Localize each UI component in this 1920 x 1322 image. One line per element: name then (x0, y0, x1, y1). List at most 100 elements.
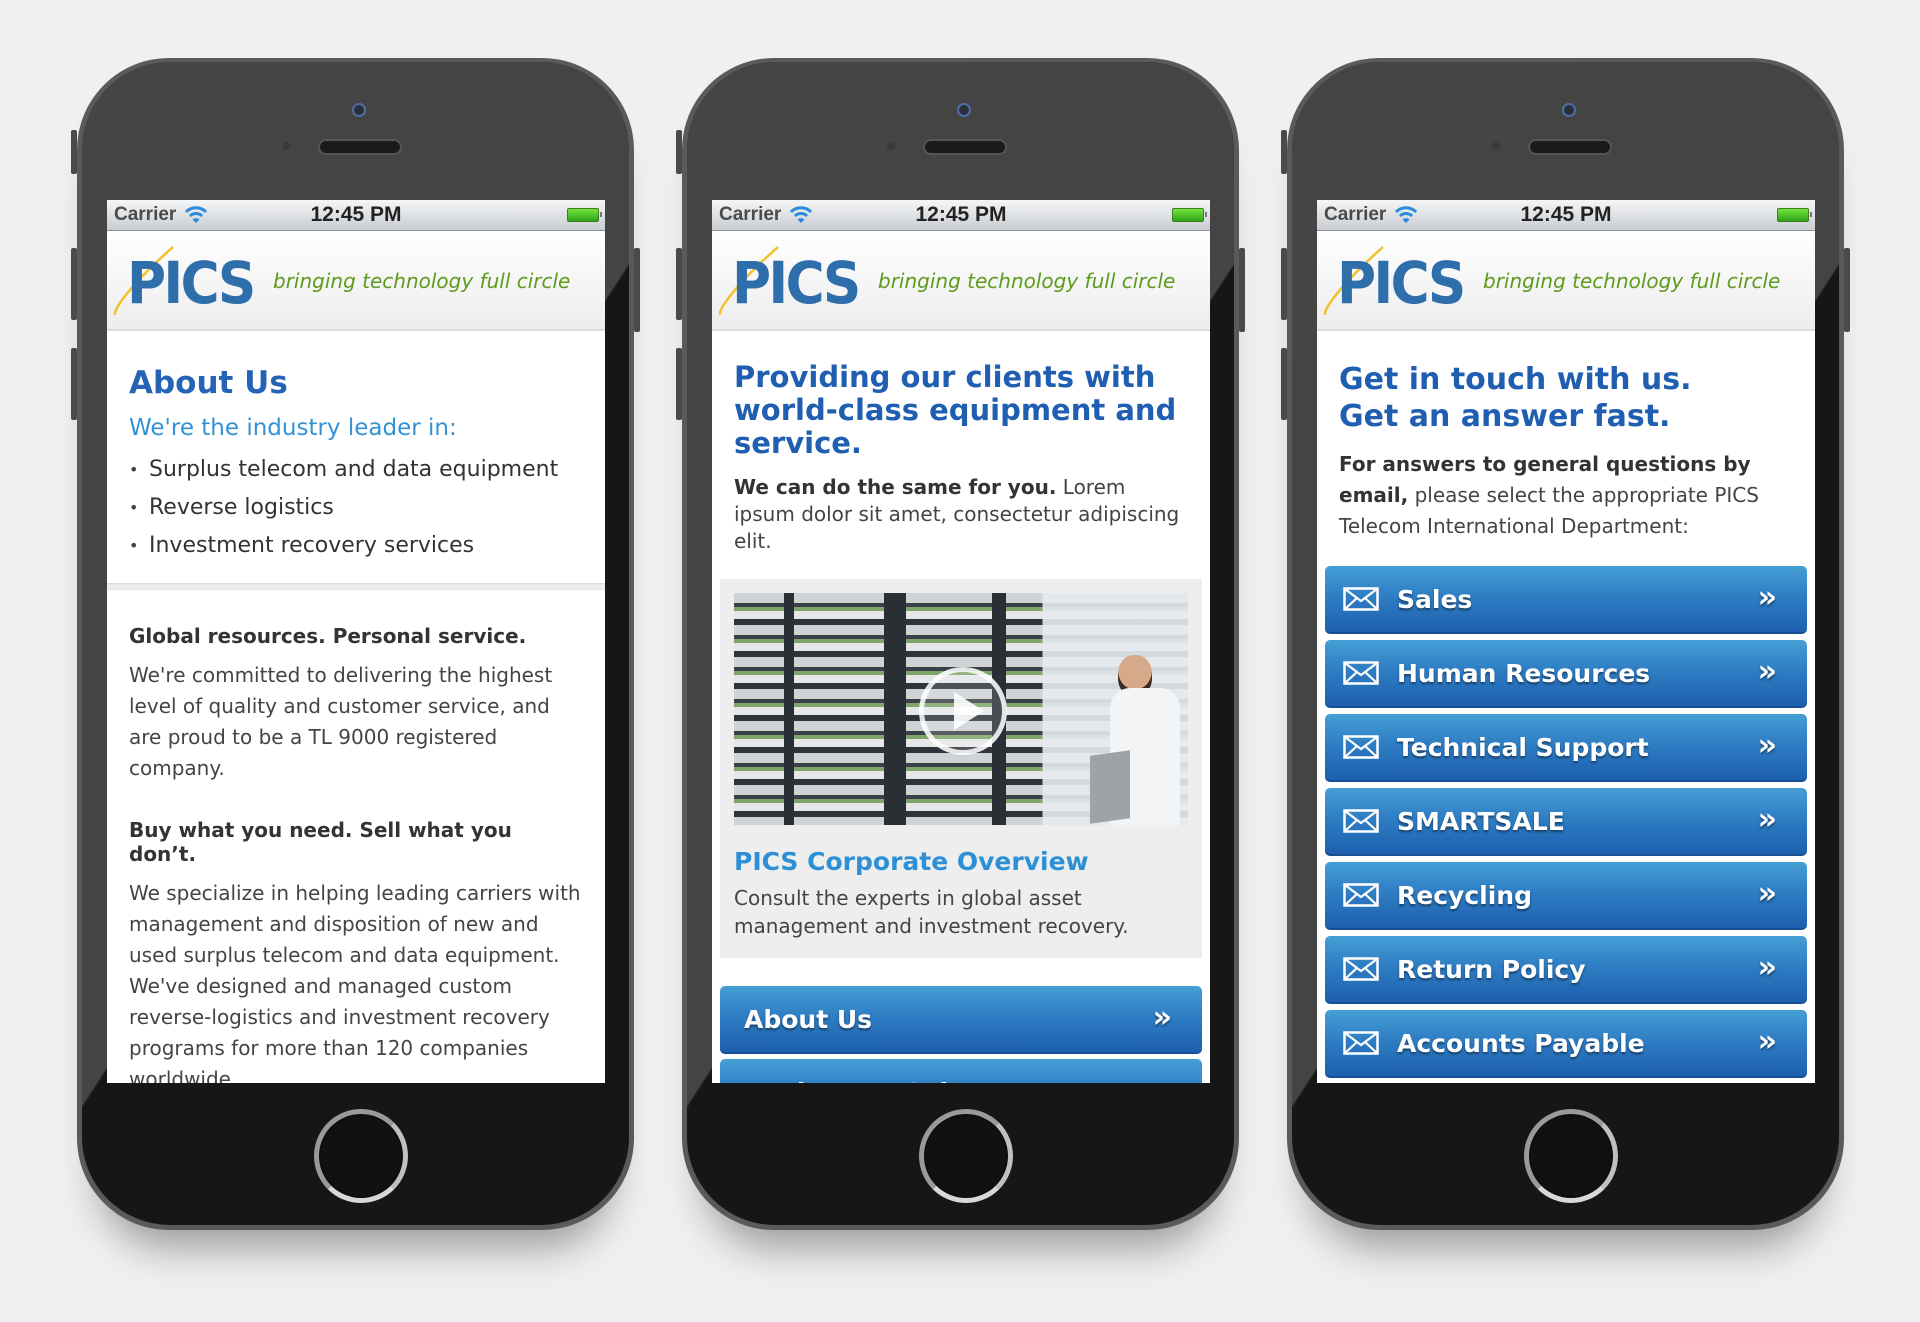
video-card: PICS Corporate Overview Consult the expe… (720, 579, 1202, 958)
button-label: Sales (1397, 584, 1473, 614)
pics-logo: PICS (1337, 249, 1466, 317)
button-label: Human Resources (1397, 658, 1651, 688)
home-button[interactable] (919, 1109, 1013, 1203)
department-accounts-payable-button[interactable]: Accounts Payable » (1325, 1010, 1807, 1078)
subtitle: We're the industry leader in: (129, 415, 457, 441)
clock: 12:45 PM (1520, 203, 1612, 226)
chevron-double-right-icon: » (1757, 1024, 1777, 1059)
department-list: Sales » Human Resources » Technical Supp… (1317, 566, 1815, 1083)
volume-up-button (1281, 248, 1287, 320)
silent-switch (676, 130, 682, 174)
list-item: Surplus telecom and data equipment (129, 451, 583, 489)
button-label: About Us (744, 1004, 873, 1034)
lead-paragraph: For answers to general questions by emai… (1339, 449, 1793, 542)
page-title: Providing our clients with world-class e… (734, 360, 1177, 460)
section-heading: Global resources. Personal service. (129, 624, 527, 648)
earpiece-speaker (318, 139, 402, 155)
proximity-sensor (282, 142, 290, 150)
list-item: Investment recovery services (129, 527, 583, 565)
pics-logo: PICS (127, 249, 256, 317)
header-brand[interactable]: PICS bringing technology full circle (1317, 231, 1815, 331)
section-text: We're committed to delivering the highes… (129, 663, 553, 780)
mail-icon (1343, 957, 1379, 981)
mail-icon (1343, 1031, 1379, 1055)
phone-about-us: Carrier 12:45 PM PICS bringing technolog… (71, 58, 640, 1230)
silent-switch (1281, 130, 1287, 174)
screen: Carrier 12:45 PM PICS bringing technolog… (107, 200, 605, 1083)
proximity-sensor (1492, 142, 1500, 150)
volume-up-button (71, 248, 77, 320)
department-recycling-button[interactable]: Recycling » (1325, 862, 1807, 930)
lead-bold: We can do the same for you. (734, 475, 1057, 499)
leader-list: Surplus telecom and data equipment Rever… (129, 451, 583, 565)
mail-icon (1343, 735, 1379, 759)
video-description: Consult the experts in global asset mana… (734, 886, 1129, 938)
volume-up-button (676, 248, 682, 320)
chevron-double-right-icon: » (1757, 802, 1777, 837)
tagline: bringing technology full circle (273, 269, 571, 293)
department-return-policy-button[interactable]: Return Policy » (1325, 936, 1807, 1004)
mail-icon (1343, 809, 1379, 833)
lead-paragraph: We can do the same for you. Lorem ipsum … (734, 474, 1188, 555)
chevron-double-right-icon: » (1757, 654, 1777, 689)
home-button[interactable] (1524, 1109, 1618, 1203)
title-line: Get an answer fast. (1339, 399, 1671, 434)
nav-about-us-button[interactable]: About Us » (720, 986, 1202, 1054)
button-label: SMARTSALE (1397, 806, 1565, 836)
mail-icon (1343, 883, 1379, 907)
front-camera (957, 103, 971, 117)
page-title: Get in touch with us. Get an answer fast… (1339, 361, 1793, 435)
phone-contact: Carrier 12:45 PM PICS bringing technolog… (1281, 58, 1850, 1230)
department-technical-support-button[interactable]: Technical Support » (1325, 714, 1807, 782)
proximity-sensor (887, 142, 895, 150)
nav-equipment-sales-button[interactable]: Equipment Sales » (720, 1059, 1202, 1083)
button-label: Technical Support (1397, 732, 1649, 762)
power-button (634, 248, 640, 332)
volume-down-button (71, 348, 77, 420)
chevron-double-right-icon: » (1152, 1000, 1172, 1035)
status-bar: Carrier 12:45 PM (1317, 200, 1815, 231)
chevron-double-right-icon: » (1757, 580, 1777, 615)
button-label: Recycling (1397, 880, 1532, 910)
battery-icon (567, 208, 602, 222)
department-sales-button[interactable]: Sales » (1325, 566, 1807, 634)
earpiece-speaker (923, 139, 1007, 155)
tagline: bringing technology full circle (878, 269, 1176, 293)
tagline: bringing technology full circle (1483, 269, 1781, 293)
chevron-double-right-icon: » (1757, 728, 1777, 763)
section-heading: Buy what you need. Sell what you don’t. (129, 818, 512, 866)
home-button[interactable] (314, 1109, 408, 1203)
screen: Carrier 12:45 PM PICS bringing technolog… (1317, 200, 1815, 1083)
front-camera (1562, 103, 1576, 117)
department-human-resources-button[interactable]: Human Resources » (1325, 640, 1807, 708)
section-text: We specialize in helping leading carrier… (129, 881, 581, 1083)
volume-down-button (1281, 348, 1287, 420)
pics-logo: PICS (732, 249, 861, 317)
chevron-double-right-icon: » (1153, 1073, 1172, 1083)
video-title[interactable]: PICS Corporate Overview (734, 847, 1188, 876)
status-bar: Carrier 12:45 PM (712, 200, 1210, 231)
department-smartsale-button[interactable]: SMARTSALE » (1325, 788, 1807, 856)
clock: 12:45 PM (915, 203, 1007, 226)
front-camera (352, 103, 366, 117)
button-label: Return Policy (1397, 954, 1586, 984)
power-button (1844, 248, 1850, 332)
silent-switch (71, 130, 77, 174)
button-label: Accounts Payable (1397, 1028, 1645, 1058)
video-thumbnail[interactable] (734, 593, 1188, 825)
earpiece-speaker (1528, 139, 1612, 155)
list-item: Reverse logistics (129, 489, 583, 527)
header-brand[interactable]: PICS bringing technology full circle (712, 231, 1210, 331)
chevron-double-right-icon: » (1757, 876, 1777, 911)
nav-menu: About Us » Equipment Sales » (712, 986, 1210, 1083)
battery-icon (1172, 208, 1207, 222)
phone-home: Carrier 12:45 PM PICS bringing technolog… (676, 58, 1245, 1230)
chevron-double-right-icon: » (1757, 950, 1777, 985)
volume-down-button (676, 348, 682, 420)
mail-icon (1343, 661, 1379, 685)
section-divider (107, 583, 605, 590)
header-brand[interactable]: PICS bringing technology full circle (107, 231, 605, 331)
play-icon[interactable] (919, 667, 1007, 755)
title-line: Get in touch with us. (1339, 362, 1692, 397)
button-label: Equipment Sales (744, 1078, 980, 1084)
